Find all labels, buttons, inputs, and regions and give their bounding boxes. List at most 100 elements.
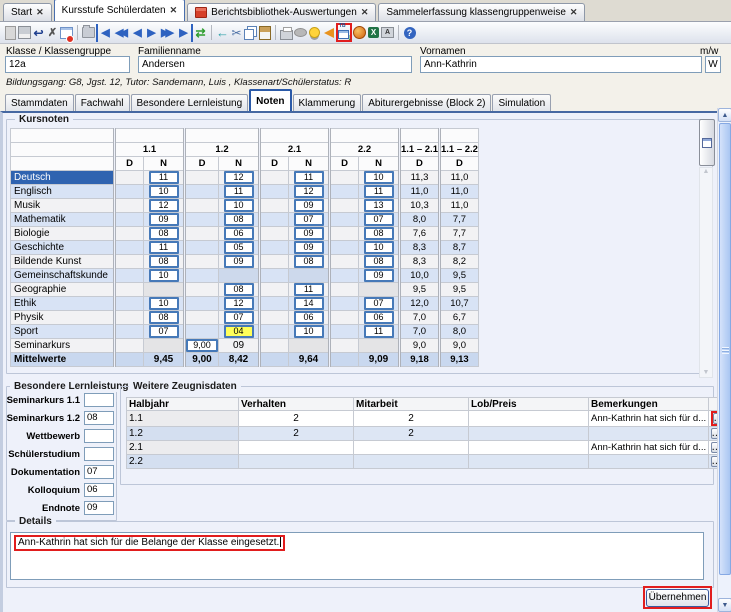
mitarbeit-cell[interactable]: 2 bbox=[354, 411, 469, 427]
uebernehmen-button[interactable]: Übernehmen bbox=[646, 589, 709, 607]
grade-input[interactable]: 10 bbox=[219, 199, 260, 213]
tab-noten[interactable]: Noten bbox=[249, 89, 291, 111]
endnote-input[interactable]: 09 bbox=[84, 501, 114, 515]
grade-input[interactable]: 9,00 bbox=[185, 339, 219, 353]
bemerkungen-cell[interactable] bbox=[589, 455, 709, 469]
grade-input[interactable]: 07 bbox=[359, 297, 400, 311]
wettbewerb-input[interactable] bbox=[84, 429, 114, 443]
grade-input[interactable]: 11 bbox=[289, 171, 330, 185]
grade-input[interactable]: 08 bbox=[219, 213, 260, 227]
paste-icon[interactable] bbox=[258, 24, 271, 42]
subject-cell[interactable]: Seminarkurs bbox=[11, 339, 115, 353]
nav-next-icon[interactable]: ▶ bbox=[145, 24, 158, 42]
mw-input[interactable]: W bbox=[705, 56, 721, 73]
subject-cell[interactable]: Gemeinschaftskunde bbox=[11, 269, 115, 283]
tab-start[interactable]: Start✕ bbox=[3, 3, 52, 21]
grade-input[interactable]: 08 bbox=[144, 311, 185, 325]
data-table-icon[interactable] bbox=[60, 24, 73, 42]
bemerkungen-cell[interactable]: Ann-Kathrin hat sich für d... bbox=[589, 411, 709, 427]
subject-cell[interactable]: Biologie bbox=[11, 227, 115, 241]
grade-input[interactable]: 11 bbox=[359, 185, 400, 199]
grade-input[interactable]: 07 bbox=[144, 325, 185, 339]
grade-input[interactable]: 12 bbox=[219, 171, 260, 185]
grade-input[interactable]: 08 bbox=[359, 227, 400, 241]
scrollbar-down-icon[interactable]: ▼ bbox=[718, 598, 731, 612]
tab-besondere-lernleistung[interactable]: Besondere Lernleistung bbox=[131, 94, 249, 111]
copy-icon[interactable] bbox=[244, 24, 257, 42]
grade-input[interactable]: 09 bbox=[144, 213, 185, 227]
cut-icon[interactable]: ✂ bbox=[230, 24, 243, 42]
grade-input[interactable]: 10 bbox=[144, 269, 185, 283]
tab-sammelerfassung[interactable]: Sammelerfassung klassengruppenweise✕ bbox=[378, 3, 585, 21]
grade-input[interactable]: 09 bbox=[219, 255, 260, 269]
nav-first-icon[interactable]: ◀ bbox=[96, 24, 112, 42]
grade-input[interactable]: 10 bbox=[289, 325, 330, 339]
grade-input[interactable]: 12 bbox=[219, 297, 260, 311]
verhalten-cell[interactable]: 2 bbox=[239, 427, 354, 441]
subject-cell[interactable]: Geographie bbox=[11, 283, 115, 297]
scroll-up-icon[interactable]: ▲ bbox=[703, 168, 710, 176]
close-icon[interactable]: ✕ bbox=[570, 8, 578, 17]
help-icon[interactable]: ? bbox=[403, 24, 416, 42]
grade-input[interactable]: 09 bbox=[289, 241, 330, 255]
tab-simulation[interactable]: Simulation bbox=[492, 94, 551, 111]
scrollbar-thumb[interactable] bbox=[719, 123, 731, 575]
undo-icon[interactable]: ↩ bbox=[32, 24, 45, 42]
new-document-icon[interactable] bbox=[4, 24, 17, 42]
mitarbeit-cell[interactable] bbox=[354, 455, 469, 469]
export-table-icon[interactable]: TB↓ bbox=[338, 25, 350, 40]
nav-fast-back-icon[interactable]: ◀◀ bbox=[113, 24, 130, 42]
grade-input[interactable]: 12 bbox=[144, 199, 185, 213]
subject-cell[interactable]: Bildende Kunst bbox=[11, 255, 115, 269]
subject-cell[interactable]: Geschichte bbox=[11, 241, 115, 255]
nav-last-icon[interactable]: ▶ bbox=[177, 24, 193, 42]
folder-icon[interactable] bbox=[82, 24, 95, 42]
print-preview-icon[interactable] bbox=[294, 24, 307, 42]
grade-input[interactable]: 08 bbox=[219, 283, 260, 297]
nav-fast-forward-icon[interactable]: ▶▶ bbox=[159, 24, 176, 42]
bemerkungen-cell[interactable] bbox=[589, 427, 709, 441]
bemerkungen-cell[interactable]: Ann-Kathrin hat sich für d... bbox=[589, 441, 709, 455]
print-icon[interactable] bbox=[280, 24, 293, 42]
grade-input[interactable]: 09 bbox=[289, 227, 330, 241]
close-icon[interactable]: ✕ bbox=[361, 8, 369, 17]
tab-kursstufe-schuelerdaten[interactable]: Kursstufe Schülerdaten✕ bbox=[54, 0, 186, 21]
grade-input[interactable]: 08 bbox=[289, 255, 330, 269]
grade-input[interactable]: 09 bbox=[289, 199, 330, 213]
familienname-input[interactable]: Andersen bbox=[138, 56, 412, 73]
verhalten-cell[interactable] bbox=[239, 455, 354, 469]
print-a-icon[interactable]: A bbox=[381, 24, 394, 42]
grade-input[interactable]: 08 bbox=[359, 255, 400, 269]
seminarkurs-11-input[interactable] bbox=[84, 393, 114, 407]
subject-cell[interactable]: Englisch bbox=[11, 185, 115, 199]
tab-klammerung[interactable]: Klammerung bbox=[293, 94, 362, 111]
back-arrow-icon[interactable]: ← bbox=[216, 24, 229, 42]
grade-input[interactable]: 11 bbox=[289, 283, 330, 297]
mitarbeit-cell[interactable] bbox=[354, 441, 469, 455]
grade-input[interactable]: 07 bbox=[359, 213, 400, 227]
grade-input[interactable]: 07 bbox=[289, 213, 330, 227]
subject-cell[interactable]: Musik bbox=[11, 199, 115, 213]
grade-input[interactable]: 10 bbox=[359, 171, 400, 185]
main-scrollbar[interactable]: ▲ ▼ bbox=[717, 108, 731, 612]
grade-input[interactable]: 06 bbox=[359, 311, 400, 325]
grade-input[interactable]: 11 bbox=[359, 325, 400, 339]
tab-berichtsbibliothek[interactable]: Berichtsbibliothek-Auswertungen✕ bbox=[187, 3, 376, 21]
lob-cell[interactable] bbox=[469, 455, 589, 469]
grade-input[interactable]: 14 bbox=[289, 297, 330, 311]
dokumentation-input[interactable]: 07 bbox=[84, 465, 114, 479]
nav-prev-icon[interactable]: ◀ bbox=[131, 24, 144, 42]
grade-input[interactable]: 06 bbox=[289, 311, 330, 325]
report-run-icon[interactable] bbox=[353, 24, 366, 42]
grades-scrollbar[interactable]: ▲▼ bbox=[699, 167, 713, 378]
subject-cell[interactable]: Sport bbox=[11, 325, 115, 339]
subject-cell[interactable]: Physik bbox=[11, 311, 115, 325]
close-icon[interactable]: ✕ bbox=[170, 6, 178, 15]
grade-input[interactable]: 08 bbox=[144, 255, 185, 269]
tab-fachwahl[interactable]: Fachwahl bbox=[75, 94, 130, 111]
grade-input[interactable]: 05 bbox=[219, 241, 260, 255]
grade-input-highlighted[interactable]: 04 bbox=[219, 325, 260, 339]
lob-cell[interactable] bbox=[469, 441, 589, 455]
scrollbar-up-icon[interactable]: ▲ bbox=[718, 108, 731, 122]
vornamen-input[interactable]: Ann-Kathrin bbox=[420, 56, 702, 73]
